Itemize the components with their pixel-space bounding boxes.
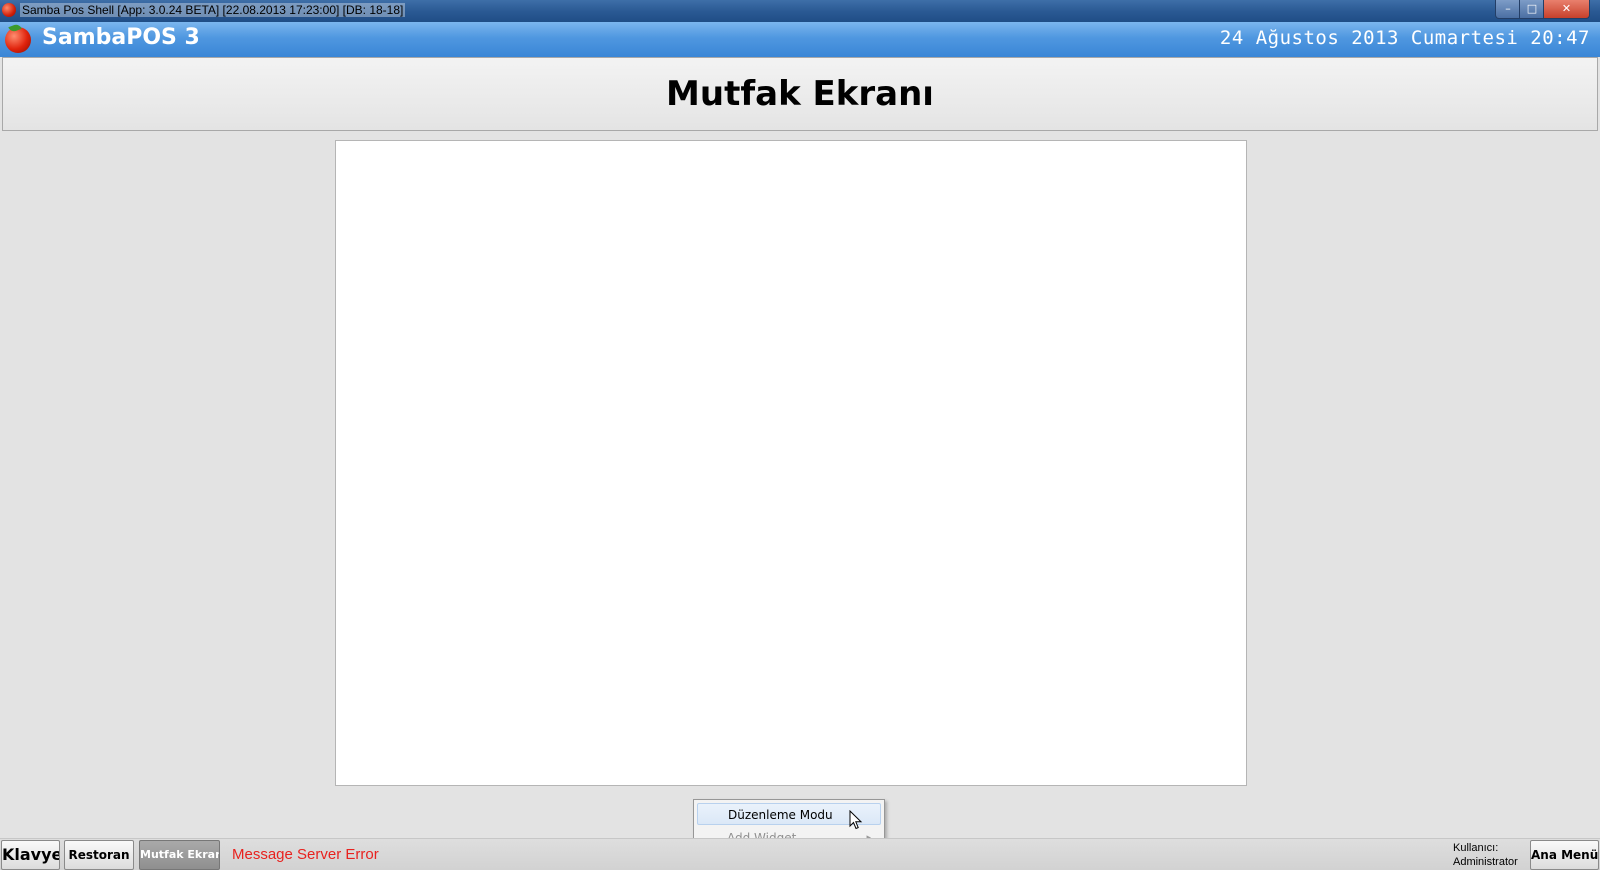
window-title: Samba Pos Shell [App: 3.0.24 BETA] [22.0… bbox=[20, 3, 406, 17]
date-time-display: 24 Ağustos 2013 Cumartesi 20:47 bbox=[1219, 27, 1590, 49]
apple-logo-icon bbox=[5, 23, 31, 53]
mouse-cursor-icon bbox=[849, 810, 863, 830]
user-label: Kullanıcı: bbox=[1453, 842, 1499, 854]
app-icon bbox=[2, 3, 16, 17]
app-header: SambaPOS 3 24 Ağustos 2013 Cumartesi 20:… bbox=[0, 22, 1600, 57]
bottom-bar: Klavye Restoran Mutfak Ekranı Message Se… bbox=[0, 838, 1600, 870]
menu-item-label: Düzenleme Modu bbox=[728, 808, 833, 822]
user-info: Kullanıcı: Administrator bbox=[1453, 841, 1518, 869]
app-name: SambaPOS 3 bbox=[42, 25, 200, 50]
page-title: Mutfak Ekranı bbox=[666, 74, 934, 114]
mutfak-ekrani-button[interactable]: Mutfak Ekranı bbox=[139, 840, 220, 870]
window-title-bar: Samba Pos Shell [App: 3.0.24 BETA] [22.0… bbox=[0, 0, 1600, 22]
widget-canvas[interactable] bbox=[335, 140, 1247, 786]
close-button[interactable]: ✕ bbox=[1543, 0, 1590, 19]
maximize-button[interactable]: □ bbox=[1519, 0, 1545, 19]
main-menu-button[interactable]: Ana Menü bbox=[1530, 840, 1599, 870]
user-name: Administrator bbox=[1453, 856, 1518, 868]
restoran-button[interactable]: Restoran bbox=[64, 840, 134, 870]
minimize-button[interactable]: – bbox=[1495, 0, 1521, 19]
screen-title-panel: Mutfak Ekranı bbox=[2, 57, 1598, 131]
status-message: Message Server Error bbox=[232, 846, 379, 863]
keyboard-button[interactable]: Klavye bbox=[1, 840, 60, 870]
